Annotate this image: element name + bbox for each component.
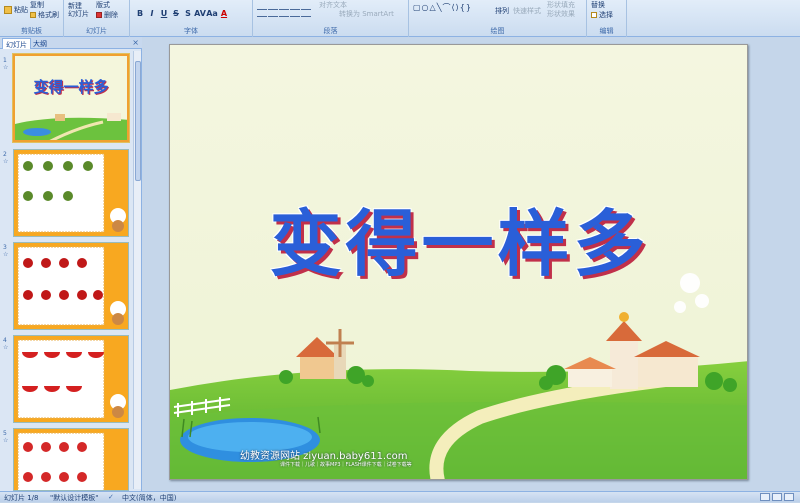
paste-button[interactable]: 粘贴	[4, 5, 28, 15]
layout-button[interactable]: 版式	[96, 0, 110, 10]
paragraph-group: 对齐文本 转换为 SmartArt 段落	[253, 0, 409, 37]
underline-button[interactable]: U	[158, 9, 170, 18]
change-case-button[interactable]: Aa	[206, 9, 218, 18]
thumb-2-content	[17, 153, 126, 233]
scrollbar-thumb[interactable]	[135, 61, 141, 181]
replace-button[interactable]: 替换	[591, 0, 605, 10]
slide-thumbnail-2[interactable]	[13, 149, 129, 237]
quick-styles-button[interactable]: 快速样式	[513, 6, 541, 16]
slide-thumbnail-5[interactable]	[13, 428, 129, 491]
delete-slide-button[interactable]: 删除	[96, 10, 118, 20]
clipboard-group: 粘贴 复制 格式刷 剪贴板	[0, 0, 64, 37]
tab-slides[interactable]: 幻灯片	[2, 38, 31, 49]
copy-button[interactable]: 复制	[30, 0, 44, 10]
slide-number-2: 2 ☆	[3, 151, 9, 165]
thumb-4-content	[17, 339, 126, 419]
watermark-text: 幼教资源网站 ziyuan.baby611.com	[240, 451, 408, 462]
slide-number-4: 4 ☆	[3, 337, 9, 351]
close-icon[interactable]: ×	[132, 38, 139, 47]
strikethrough-button[interactable]: S	[170, 9, 182, 18]
panel-scrollbar[interactable]	[133, 51, 141, 489]
format-painter-button[interactable]: 格式刷	[30, 10, 59, 20]
slide-number-3: 3 ☆	[3, 244, 9, 258]
select-button[interactable]: 选择	[591, 10, 613, 20]
editing-group: 替换 选择 编辑	[587, 0, 627, 37]
thumb-landscape	[15, 113, 127, 140]
thumb-3-content	[17, 246, 126, 326]
font-group: B I U S S AVAa A 字体	[130, 0, 253, 37]
slide-thumbnail-4[interactable]	[13, 335, 129, 423]
arrange-button[interactable]: 排列	[495, 6, 509, 16]
font-format-row: B I U S S AVAa A	[134, 9, 230, 18]
delete-icon	[96, 12, 102, 18]
slides-panel: 幻灯片 大纲 × 1 ☆ 变得一样多 2 ☆ 3 ☆ 4 ☆ 5 ☆	[0, 37, 142, 491]
font-color-button[interactable]: A	[218, 9, 230, 18]
bold-button[interactable]: B	[134, 9, 146, 18]
slide-thumbnail-1[interactable]: 变得一样多	[13, 54, 129, 142]
new-slide-button[interactable]: 新建 幻灯片	[68, 2, 90, 18]
shadow-button[interactable]: S	[182, 9, 194, 18]
status-bar: 幻灯片 1/8 "默认设计模板" ✓ 中文(简体，中国)	[0, 491, 800, 502]
drawing-group-label: 绘图	[490, 27, 505, 35]
paragraph-group-label: 段落	[323, 27, 338, 35]
slide-sorter-icon[interactable]	[772, 493, 782, 501]
slides-group-label: 幻灯片	[86, 27, 107, 35]
slideshow-icon[interactable]	[784, 493, 794, 501]
alignment-buttons[interactable]	[257, 9, 312, 19]
clipboard-group-label: 剪贴板	[21, 27, 42, 35]
slides-group: 新建 幻灯片 版式 删除 幻灯片	[64, 0, 130, 37]
paste-icon	[4, 6, 12, 14]
shapes-gallery[interactable]: ▢○△╲⌒⟨⟩{}	[413, 2, 472, 13]
brush-icon	[30, 12, 36, 18]
slide-number-5: 5 ☆	[3, 430, 9, 444]
italic-button[interactable]: I	[146, 9, 158, 18]
slide-title[interactable]: 变得一样多	[170, 185, 747, 290]
ribbon: 粘贴 复制 格式刷 剪贴板 新建 幻灯片 版式 删除 幻灯片 B I U S S AVAa…	[0, 0, 800, 37]
slide-number-1: 1 ☆	[3, 57, 9, 71]
spell-check-icon[interactable]: ✓	[108, 493, 114, 501]
slide-thumbnail-3[interactable]	[13, 242, 129, 330]
editing-group-label: 编辑	[599, 27, 614, 35]
smartart-button[interactable]: 转换为 SmartArt	[339, 9, 394, 19]
main-slide[interactable]: 变得一样多 幼教资源网站 ziyuan.baby611.com 课件下载｜儿歌｜…	[169, 44, 748, 480]
char-spacing-button[interactable]: AV	[194, 9, 206, 18]
drawing-group: ▢○△╲⌒⟨⟩{} 排列 快速样式 形状填充 形状效果 绘图	[409, 0, 587, 37]
panel-tabs: 幻灯片 大纲 ×	[0, 37, 142, 49]
font-group-label: 字体	[184, 27, 198, 35]
watermark-subtext: 课件下载｜儿歌｜故事MP3｜FLASH课件下载｜试卷下载等	[280, 462, 412, 468]
shape-effects-button[interactable]: 形状效果	[547, 9, 575, 19]
cursor-icon	[591, 12, 597, 18]
thumb-5-content	[17, 432, 105, 490]
normal-view-icon[interactable]	[760, 493, 770, 501]
tab-outline[interactable]: 大纲	[30, 38, 50, 49]
